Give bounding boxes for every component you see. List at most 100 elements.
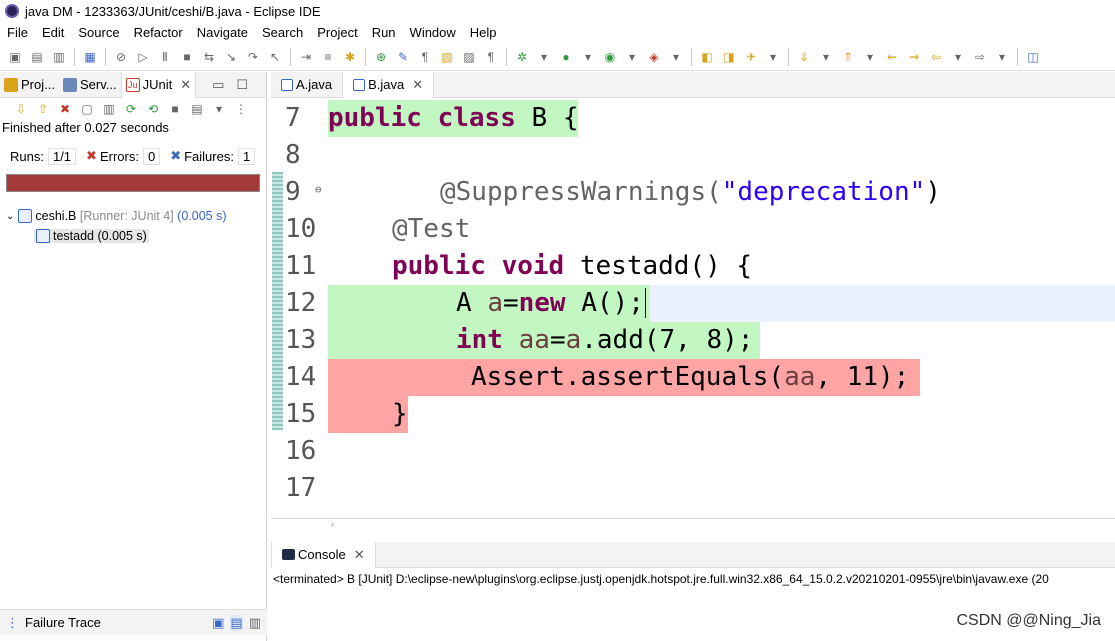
- code-area[interactable]: 7 public class B { 8 9 ⊖ @SuppressWarnings(…: [271, 100, 1115, 507]
- step-over-icon[interactable]: ↷: [244, 48, 262, 66]
- chevron-down-icon[interactable]: ⌄: [6, 211, 14, 222]
- chevron-down-icon[interactable]: ▾: [579, 48, 597, 66]
- chevron-down-icon[interactable]: ▾: [817, 48, 835, 66]
- tab-project-explorer[interactable]: Proj...: [0, 72, 59, 98]
- back-history-icon[interactable]: ⇝: [905, 48, 923, 66]
- show-failures-only-icon[interactable]: ✖: [56, 100, 74, 118]
- menu-window[interactable]: Window: [403, 25, 463, 40]
- block-selection-icon[interactable]: ▨: [460, 48, 478, 66]
- stop-icon[interactable]: ■: [166, 100, 184, 118]
- chevron-left-icon[interactable]: ‹: [331, 519, 334, 530]
- next-failure-icon[interactable]: ⇩: [12, 100, 30, 118]
- horizontal-scrollbar[interactable]: ‹: [271, 518, 1115, 532]
- run-icon[interactable]: ●: [557, 48, 575, 66]
- toolbar-separator: [105, 47, 106, 66]
- toggle-mark-icon[interactable]: ▧: [438, 48, 456, 66]
- console-icon: [282, 549, 295, 560]
- title-bar: java DM - 1233363/JUnit/ceshi/B.java - E…: [0, 0, 1115, 22]
- view-menu-icon[interactable]: ⋮: [232, 100, 250, 118]
- pilcrow-icon[interactable]: ¶: [482, 48, 500, 66]
- tab-junit[interactable]: Ju JUnit ✕: [120, 71, 197, 98]
- menu-file[interactable]: File: [0, 25, 35, 40]
- fold-icon[interactable]: ⊖: [315, 171, 322, 208]
- save-icon[interactable]: ▤: [28, 48, 46, 66]
- show-whitespace-icon[interactable]: ¶: [416, 48, 434, 66]
- test-failed-icon: [36, 229, 50, 243]
- chevron-down-icon[interactable]: ▾: [210, 100, 228, 118]
- editor-tab-bar: A.java B.java ✕: [271, 71, 1115, 98]
- rerun-failures-icon[interactable]: ⟲: [144, 100, 162, 118]
- history-icon[interactable]: ▤: [188, 100, 206, 118]
- last-edit-icon[interactable]: ⇜: [883, 48, 901, 66]
- build-icon[interactable]: ✱: [341, 48, 359, 66]
- filter-stack-icon[interactable]: ▤: [230, 614, 243, 631]
- coverage-icon[interactable]: ◉: [601, 48, 619, 66]
- drop-to-frame-icon[interactable]: ⇥: [297, 48, 315, 66]
- chevron-down-icon[interactable]: ▾: [667, 48, 685, 66]
- selected-test[interactable]: testadd (0.005 s): [34, 229, 149, 243]
- menu-help[interactable]: Help: [463, 25, 504, 40]
- tab-servers[interactable]: Serv...: [59, 72, 121, 98]
- menu-search[interactable]: Search: [255, 25, 310, 40]
- suspend-icon[interactable]: Ⅱ: [156, 48, 174, 66]
- forward-icon[interactable]: ⇨: [971, 48, 989, 66]
- chevron-down-icon[interactable]: ▾: [764, 48, 782, 66]
- menu-navigate[interactable]: Navigate: [190, 25, 255, 40]
- new-java-project-icon[interactable]: ◧: [698, 48, 716, 66]
- open-type-icon[interactable]: ◨: [720, 48, 738, 66]
- tab-label: Console: [298, 547, 346, 562]
- resume-icon[interactable]: ▷: [134, 48, 152, 66]
- previous-annotation-icon[interactable]: ⇑: [839, 48, 857, 66]
- code-token: A();: [565, 288, 644, 318]
- chevron-down-icon[interactable]: ▾: [535, 48, 553, 66]
- scroll-lock-icon[interactable]: ▥: [100, 100, 118, 118]
- open-task-icon[interactable]: ⊕: [372, 48, 390, 66]
- toolbar-separator: [74, 47, 75, 66]
- compare-icon[interactable]: ▣: [212, 615, 224, 631]
- close-icon[interactable]: ✕: [412, 77, 423, 93]
- new-icon[interactable]: ▣: [6, 48, 24, 66]
- close-icon[interactable]: ✕: [180, 77, 191, 93]
- show-skipped-icon[interactable]: ▢: [78, 100, 96, 118]
- code-token: A: [456, 288, 488, 318]
- copy-trace-icon[interactable]: ▥: [249, 615, 261, 631]
- menu-project[interactable]: Project: [310, 25, 364, 40]
- maximize-icon[interactable]: ☐: [236, 77, 248, 93]
- menu-source[interactable]: Source: [71, 25, 126, 40]
- annotation: @SuppressWarnings(: [440, 177, 722, 207]
- disconnect-icon[interactable]: ⇆: [200, 48, 218, 66]
- tree-suite-row[interactable]: ⌄ ceshi.B [Runner: JUnit 4] (0.005 s): [0, 206, 267, 226]
- perspective-icon[interactable]: ◫: [1024, 48, 1042, 66]
- tab-label: JUnit: [142, 77, 173, 92]
- use-step-filters-icon[interactable]: ≡: [319, 48, 337, 66]
- close-icon[interactable]: ✕: [354, 547, 365, 563]
- menu-edit[interactable]: Edit: [35, 25, 71, 40]
- previous-failure-icon[interactable]: ⇧: [34, 100, 52, 118]
- console-icon[interactable]: ▦: [81, 48, 99, 66]
- terminate-icon[interactable]: ■: [178, 48, 196, 66]
- chevron-down-icon[interactable]: ▾: [861, 48, 879, 66]
- tab-a-java[interactable]: A.java: [271, 72, 342, 98]
- tab-b-java[interactable]: B.java ✕: [342, 71, 435, 98]
- step-into-icon[interactable]: ↘: [222, 48, 240, 66]
- skip-breakpoints-icon[interactable]: ⊘: [112, 48, 130, 66]
- minimize-icon[interactable]: ▭: [212, 77, 224, 93]
- external-tools-icon[interactable]: ◈: [645, 48, 663, 66]
- toggle-highlight-icon[interactable]: ✎: [394, 48, 412, 66]
- save-all-icon[interactable]: ▥: [50, 48, 68, 66]
- console-output: <terminated> B [JUnit] D:\eclipse-new\pl…: [273, 572, 1049, 586]
- chevron-down-icon[interactable]: ▾: [993, 48, 1011, 66]
- step-return-icon[interactable]: ↖: [266, 48, 284, 66]
- debug-icon[interactable]: ✲: [513, 48, 531, 66]
- tab-console[interactable]: Console ✕: [271, 541, 376, 568]
- search-icon[interactable]: ✈: [742, 48, 760, 66]
- chevron-down-icon[interactable]: ▾: [949, 48, 967, 66]
- next-annotation-icon[interactable]: ⇓: [795, 48, 813, 66]
- menu-refactor[interactable]: Refactor: [127, 25, 190, 40]
- back-icon[interactable]: ⇦: [927, 48, 945, 66]
- window-title: java DM - 1233363/JUnit/ceshi/B.java - E…: [25, 3, 321, 19]
- tree-test-row[interactable]: testadd (0.005 s): [0, 226, 267, 246]
- rerun-test-icon[interactable]: ⟳: [122, 100, 140, 118]
- menu-run[interactable]: Run: [365, 25, 403, 40]
- chevron-down-icon[interactable]: ▾: [623, 48, 641, 66]
